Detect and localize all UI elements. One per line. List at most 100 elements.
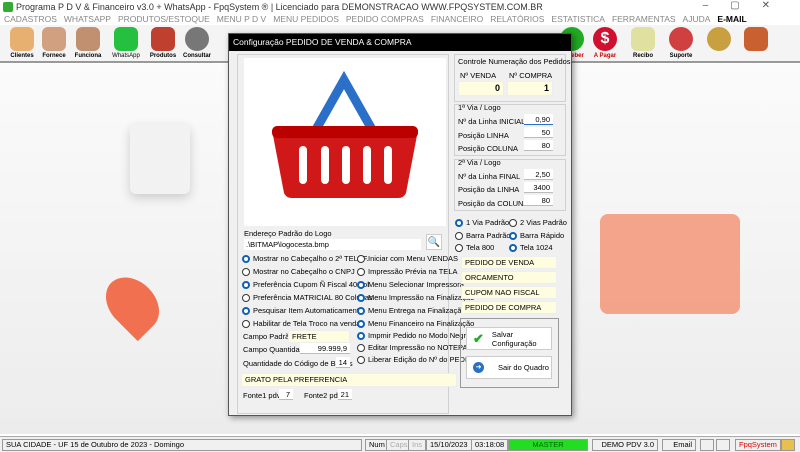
recibo-button[interactable]: Recibo: [627, 27, 659, 59]
exit-dialog-button[interactable]: ➜ Sair do Quadro: [466, 356, 552, 379]
label: Suporte: [669, 53, 693, 59]
mensagem-input[interactable]: GRATO PELA PREFERENCIA: [241, 373, 457, 387]
radio: [242, 293, 250, 302]
search-logo-button[interactable]: 🔍: [426, 234, 442, 250]
label: Habilitar de Tela Troco na venda: [253, 319, 361, 328]
opt-2-vias[interactable]: 2 Vias Padrão: [509, 218, 567, 227]
label: Recibo: [632, 53, 653, 59]
coin-icon: [707, 27, 731, 51]
radio: [242, 306, 250, 315]
label: Menu Entrega na Finalização: [368, 306, 466, 315]
computer-icon[interactable]: [716, 439, 730, 451]
opt-tela-800[interactable]: Tela 800: [455, 243, 494, 252]
qtd-barras-input[interactable]: 14: [336, 357, 350, 368]
opt-pesquisar-auto[interactable]: Pesquisar Item Automaticamente: [242, 306, 363, 315]
opt-menu-entrega[interactable]: Menu Entrega na Finalização: [357, 306, 466, 315]
status-brand: FpqSystem: [735, 439, 781, 451]
campo-qtd-input[interactable]: 99.999,9: [300, 343, 350, 354]
consultar-button[interactable]: Consultar: [181, 27, 213, 59]
opt-menu-financeiro[interactable]: Menu Financeiro na Finalização: [357, 319, 474, 328]
whatsapp-button[interactable]: WhatsApp: [110, 27, 142, 59]
opt-2-telef[interactable]: Mostrar no Cabeçalho o 2ª TELEF.: [242, 254, 369, 263]
opt-barra-rapido[interactable]: Barra Rápido: [509, 231, 564, 240]
opt-matricial-80[interactable]: Preferência MATRICIAL 80 Colunas: [242, 293, 373, 302]
apagar-button[interactable]: $ A Pagar: [589, 27, 621, 59]
radio: [357, 280, 365, 289]
logo-label: Endereço Padrão do Logo: [244, 229, 332, 238]
radio: [242, 254, 250, 263]
opt-menu-impressao[interactable]: Menu Impressão na Finalização: [357, 293, 474, 302]
bag-icon: [130, 124, 190, 194]
radio: [455, 218, 463, 227]
radio: [357, 306, 365, 315]
label: Preferência MATRICIAL 80 Colunas: [253, 293, 373, 302]
user-badge-icon: [781, 439, 795, 451]
opt-notepad[interactable]: Editar Impressão no NOTEPAD: [357, 343, 473, 352]
via2-linha-input[interactable]: 3400: [524, 182, 553, 193]
clientes-button[interactable]: Clientes: [6, 27, 38, 59]
basket-icon: [272, 70, 418, 198]
label: Iniciar com Menu VENDAS: [368, 254, 459, 263]
doc-title-venda-input[interactable]: PEDIDO DE VENDA: [461, 256, 557, 269]
produtos-button[interactable]: Produtos: [147, 27, 179, 59]
opt-1-via[interactable]: 1 Via Padrão: [455, 218, 509, 227]
via2-linha-label: Posição da LINHA: [458, 185, 520, 194]
opt-tela-troco[interactable]: Habilitar de Tela Troco na venda: [242, 319, 360, 328]
fornece-button[interactable]: Fornece: [38, 27, 70, 59]
printer-icon[interactable]: [700, 439, 714, 451]
label: Sair do Quadro: [498, 363, 549, 372]
fonte1-input[interactable]: 7: [279, 389, 293, 400]
radio: [357, 254, 365, 263]
opt-barra-padrao[interactable]: Barra Padrão: [455, 231, 511, 240]
via1-coluna-input[interactable]: 80: [524, 140, 553, 151]
status-date: 15/10/2023: [426, 439, 472, 451]
radio: [357, 355, 365, 364]
via2-linha-final-label: Nº da Linha FINAL: [458, 172, 521, 181]
fonte2-label: Fonte2 pdv: [304, 391, 342, 400]
opt-iniciar-vendas[interactable]: Iniciar com Menu VENDAS: [357, 254, 458, 263]
via2-linha-final-input[interactable]: 2,50: [524, 169, 553, 180]
radio: [455, 231, 463, 240]
status-bar: SUA CIDADE - UF 15 de Outubro de 2023 - …: [0, 436, 800, 452]
campo-padrao-label: Campo Padrão: [243, 332, 294, 341]
window-controls[interactable]: –▢✕: [703, 0, 792, 11]
doc-title-compra-input[interactable]: PEDIDO DE COMPRA: [461, 301, 557, 314]
doc-title-orcamento-input[interactable]: ORCAMENTO: [461, 271, 557, 284]
receipt-icon: [631, 27, 655, 51]
logo-path-input[interactable]: .\BITMAP\logocesta.bmp: [244, 239, 421, 250]
employee-icon: [76, 27, 100, 51]
status-user: MASTER: [508, 439, 588, 451]
via2-coluna-input[interactable]: 80: [524, 195, 553, 206]
via1-linha-inicial-input[interactable]: 0,90: [524, 114, 553, 125]
campo-padrao-input[interactable]: FRETE: [288, 330, 350, 343]
opt-selecionar-impressora[interactable]: Menu Selecionar Impressora: [357, 280, 464, 289]
funciona-button[interactable]: Funciona: [72, 27, 104, 59]
suporte-button[interactable]: Suporte: [665, 27, 697, 59]
opt-tela-1024[interactable]: Tela 1024: [509, 243, 553, 252]
via1-coluna-label: Posição COLUNA: [458, 144, 519, 153]
opt-cnpj[interactable]: Mostrar no Cabeçalho o CNPJ: [242, 267, 355, 276]
label: Pesquisar Item Automaticamente: [253, 306, 364, 315]
doc-title-cupom-input[interactable]: CUPOM NAO FISCAL: [461, 286, 557, 299]
ncompra-label: Nº COMPRA: [509, 71, 553, 80]
label: Salvar Configuração: [491, 329, 537, 348]
radio: [357, 343, 365, 352]
via2-title: 2ª Via / Logo: [458, 158, 501, 167]
label: Tela 1024: [520, 243, 553, 252]
save-button[interactable]: ✔ Salvar Configuração: [466, 327, 552, 350]
opt-cupom-40[interactable]: Preferência Cupom Ñ Fiscal 40 col: [242, 280, 369, 289]
window-title: Programa P D V & Financeiro v3.0 + Whats…: [0, 0, 800, 14]
nvenda-input[interactable]: 0: [458, 81, 504, 96]
opt-impressao-previa[interactable]: Impressão Prévia na TELA: [357, 267, 458, 276]
label: Impressão Prévia na TELA: [368, 267, 458, 276]
label: Menu Impressão na Finalização: [368, 293, 475, 302]
coin-button[interactable]: [703, 27, 735, 53]
fonte2-input[interactable]: 21: [338, 389, 352, 400]
ncompra-input[interactable]: 1: [507, 81, 553, 96]
opt-negrito[interactable]: Impmir Pedido no Modo Negrito: [357, 331, 474, 340]
label: Editar Impressão no NOTEPAD: [368, 343, 473, 352]
via1-linha-input[interactable]: 50: [524, 127, 553, 138]
label: Produtos: [149, 53, 177, 59]
exit-button[interactable]: [740, 27, 772, 53]
email-button[interactable]: Email: [662, 439, 696, 451]
